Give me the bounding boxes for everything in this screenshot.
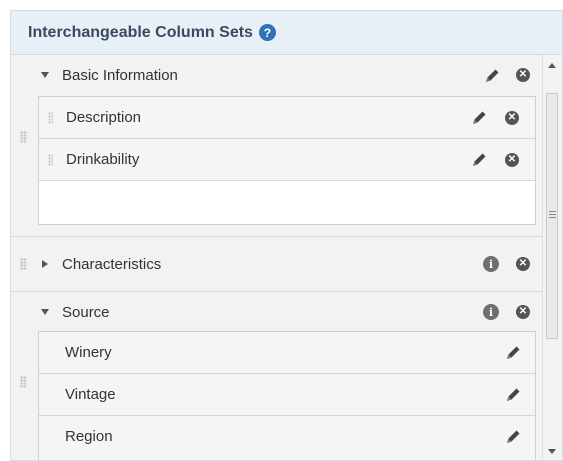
group-items: Winery Vintage Region (38, 331, 536, 460)
item-label: Winery (65, 344, 112, 361)
column-set-group: Characteristics i ✕ (11, 237, 544, 292)
list-item: Winery (39, 332, 535, 374)
item-label: Vintage (65, 386, 116, 403)
scroll-down-icon[interactable] (548, 449, 556, 454)
info-icon[interactable]: i (483, 304, 499, 320)
scroll-up-icon[interactable] (548, 63, 556, 68)
column-sets-list: Basic Information ✕ Description ✕ Drinka… (11, 55, 544, 460)
drag-handle-icon[interactable] (48, 112, 53, 124)
group-label: Basic Information (62, 66, 178, 84)
item-label: Description (66, 109, 142, 126)
list-item: Vintage (39, 374, 535, 416)
info-icon[interactable]: i (483, 256, 499, 272)
group-header[interactable]: Basic Information ✕ (11, 55, 544, 95)
column-sets-panel: Interchangeable Column Sets ? Basic Info… (10, 10, 563, 461)
group-header[interactable]: Characteristics i ✕ (11, 244, 544, 284)
pencil-icon[interactable] (504, 344, 522, 362)
list-item: Description ✕ (39, 97, 535, 139)
panel-title: Interchangeable Column Sets (28, 23, 253, 41)
group-items: Description ✕ Drinkability ✕ (38, 96, 536, 225)
grip-icon (549, 211, 556, 219)
pencil-icon[interactable] (470, 109, 488, 127)
pencil-icon[interactable] (504, 428, 522, 446)
remove-icon[interactable]: ✕ (505, 111, 519, 125)
empty-drop-zone (39, 181, 535, 224)
pencil-icon[interactable] (483, 67, 501, 85)
drag-handle-icon[interactable] (20, 376, 27, 388)
column-set-group: Basic Information ✕ Description ✕ Drinka… (11, 55, 544, 237)
panel-header: Interchangeable Column Sets ? (11, 11, 562, 55)
collapse-arrow-icon[interactable] (41, 72, 49, 78)
pencil-icon[interactable] (470, 151, 488, 169)
item-label: Drinkability (66, 151, 140, 168)
remove-icon[interactable]: ✕ (516, 257, 530, 271)
help-icon[interactable]: ? (258, 24, 276, 41)
expand-arrow-icon[interactable] (42, 260, 48, 268)
remove-icon[interactable]: ✕ (516, 68, 530, 82)
remove-icon[interactable]: ✕ (505, 153, 519, 167)
group-label: Source (62, 303, 110, 321)
list-item: Drinkability ✕ (39, 139, 535, 181)
group-header[interactable]: Source i ✕ (11, 292, 544, 332)
item-label: Region (65, 428, 113, 445)
collapse-arrow-icon[interactable] (41, 309, 49, 315)
drag-handle-icon[interactable] (48, 154, 53, 166)
remove-icon[interactable]: ✕ (516, 305, 530, 319)
group-label: Characteristics (62, 255, 162, 273)
scrollbar-thumb[interactable] (546, 93, 558, 339)
pencil-icon[interactable] (504, 386, 522, 404)
column-set-group: Source i ✕ Winery Vintage Region (11, 292, 544, 460)
list-item: Region (39, 416, 535, 458)
vertical-scrollbar[interactable] (542, 55, 562, 460)
drag-handle-icon[interactable] (20, 131, 27, 143)
